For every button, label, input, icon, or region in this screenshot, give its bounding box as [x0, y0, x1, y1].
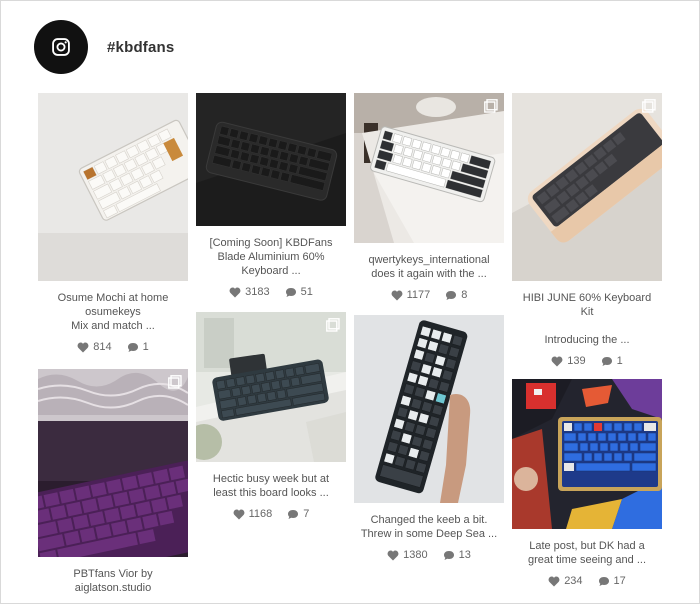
- like-count: 814: [93, 341, 112, 353]
- post-image[interactable]: [354, 315, 504, 503]
- heart-icon: [548, 576, 560, 586]
- post-card: qwertykeys_international does it again w…: [354, 93, 504, 301]
- comment-count: 1: [616, 355, 623, 367]
- comment-icon: [443, 550, 454, 560]
- keyboard-photo: [512, 93, 662, 281]
- post-caption[interactable]: HIBI JUNE 60% Keyboard Kit Introducing t…: [512, 281, 662, 347]
- post-caption[interactable]: PBTfans Vior by aiglatson.studio: [38, 557, 188, 595]
- post-card: HIBI JUNE 60% Keyboard Kit Introducing t…: [512, 93, 662, 367]
- heart-icon: [551, 356, 563, 366]
- comment-count: 7: [303, 508, 310, 520]
- like-count: 234: [564, 575, 583, 587]
- like-count: 3183: [245, 286, 270, 298]
- post-image[interactable]: [354, 93, 504, 243]
- post-card: Late post, but DK had a great time seein…: [512, 379, 662, 587]
- keyboard-photo: [196, 93, 346, 226]
- multiple-images-icon: [642, 99, 656, 113]
- like-count: 1177: [406, 289, 431, 301]
- heart-icon: [391, 290, 403, 300]
- post-card: [Coming Soon] KBDFans Blade Aluminium 60…: [196, 93, 346, 298]
- post-card: Changed the keeb a bit. Threw in some De…: [354, 315, 504, 561]
- post-stats: 814 1: [38, 341, 188, 353]
- comment-icon: [127, 342, 138, 352]
- comment-icon: [288, 509, 299, 519]
- comment-count: 1: [142, 341, 149, 353]
- post-stats: 1168 7: [196, 508, 346, 520]
- comment-icon: [601, 356, 612, 366]
- keyboard-photo: [196, 312, 346, 462]
- keyboard-photo: [38, 93, 188, 281]
- like-count: 1380: [403, 549, 428, 561]
- post-stats: 234 17: [512, 575, 662, 587]
- feed-column-4: HIBI JUNE 60% Keyboard Kit Introducing t…: [512, 93, 662, 587]
- post-caption[interactable]: Changed the keeb a bit. Threw in some De…: [354, 503, 504, 541]
- heart-icon: [77, 342, 89, 352]
- like-count: 139: [567, 355, 586, 367]
- feed-column-2: [Coming Soon] KBDFans Blade Aluminium 60…: [196, 93, 346, 520]
- post-stats: 3183 51: [196, 286, 346, 298]
- keyboard-photo: [512, 379, 662, 529]
- post-caption[interactable]: qwertykeys_international does it again w…: [354, 243, 504, 281]
- comment-icon: [446, 290, 457, 300]
- post-card: Hectic busy week but at least this board…: [196, 312, 346, 520]
- instagram-icon: [52, 38, 70, 56]
- post-image[interactable]: [38, 369, 188, 557]
- feed-column-1: Osume Mochi at home osumekeys Mix and ma…: [38, 93, 188, 595]
- keyboard-photo: [38, 369, 188, 557]
- post-caption[interactable]: Late post, but DK had a great time seein…: [512, 529, 662, 567]
- keyboard-photo: [354, 315, 504, 503]
- feed-column-3: qwertykeys_international does it again w…: [354, 93, 504, 561]
- comment-icon: [598, 576, 609, 586]
- post-stats: 1380 13: [354, 549, 504, 561]
- comment-count: 8: [461, 289, 468, 301]
- post-image[interactable]: [38, 93, 188, 281]
- post-stats: 1177 8: [354, 289, 504, 301]
- post-stats: 139 1: [512, 355, 662, 367]
- instagram-avatar[interactable]: [34, 20, 88, 74]
- multiple-images-icon: [168, 375, 182, 389]
- feed-header: #kbdfans: [34, 20, 174, 74]
- post-image[interactable]: [512, 379, 662, 529]
- post-image[interactable]: [512, 93, 662, 281]
- post-card: Osume Mochi at home osumekeys Mix and ma…: [38, 93, 188, 353]
- post-image[interactable]: [196, 312, 346, 462]
- post-caption[interactable]: Osume Mochi at home osumekeys Mix and ma…: [38, 281, 188, 333]
- heart-icon: [387, 550, 399, 560]
- heart-icon: [229, 287, 241, 297]
- comment-icon: [285, 287, 296, 297]
- hashtag-title[interactable]: #kbdfans: [107, 39, 174, 56]
- post-card: PBTfans Vior by aiglatson.studio: [38, 369, 188, 595]
- multiple-images-icon: [326, 318, 340, 332]
- heart-icon: [233, 509, 245, 519]
- multiple-images-icon: [484, 99, 498, 113]
- like-count: 1168: [248, 508, 273, 520]
- keyboard-photo: [354, 93, 504, 243]
- comment-count: 13: [458, 549, 471, 561]
- post-caption[interactable]: [Coming Soon] KBDFans Blade Aluminium 60…: [196, 226, 346, 278]
- post-image[interactable]: [196, 93, 346, 226]
- post-caption[interactable]: Hectic busy week but at least this board…: [196, 462, 346, 500]
- comment-count: 17: [613, 575, 626, 587]
- comment-count: 51: [300, 286, 313, 298]
